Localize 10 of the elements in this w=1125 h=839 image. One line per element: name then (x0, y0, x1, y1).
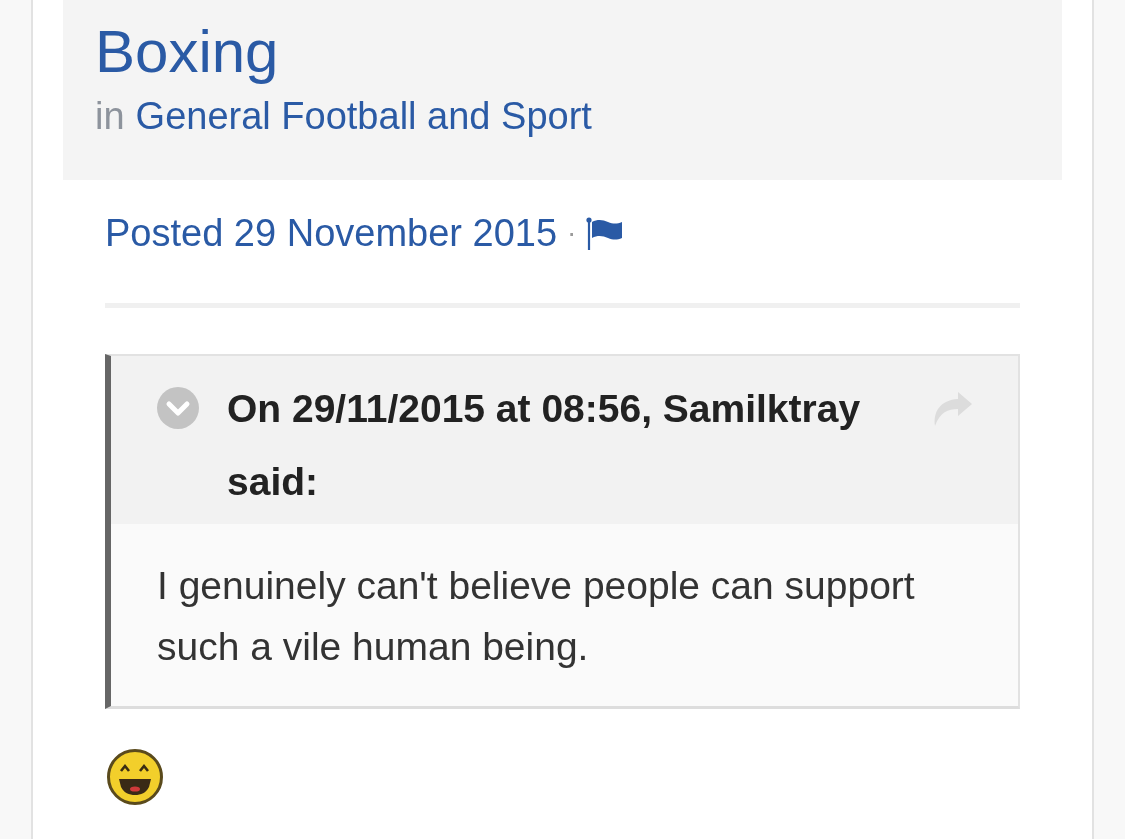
forum-link[interactable]: General Football and Sport (135, 95, 592, 137)
post-date-link[interactable]: Posted 29 November 2015 (105, 211, 558, 255)
quote-text: I genuinely can't believe people can support such a vile human being. (111, 524, 1018, 706)
laughing-emoji-icon (107, 749, 163, 805)
flag-icon[interactable] (586, 216, 623, 250)
forum-prefix: in (95, 95, 125, 137)
separator-dot: · (567, 217, 577, 249)
quote-citation: On 29/11/2015 at 08:56, Samilktray said: (227, 386, 862, 505)
topic-title: Boxing (95, 17, 279, 87)
chevron-down-icon[interactable] (157, 387, 199, 429)
